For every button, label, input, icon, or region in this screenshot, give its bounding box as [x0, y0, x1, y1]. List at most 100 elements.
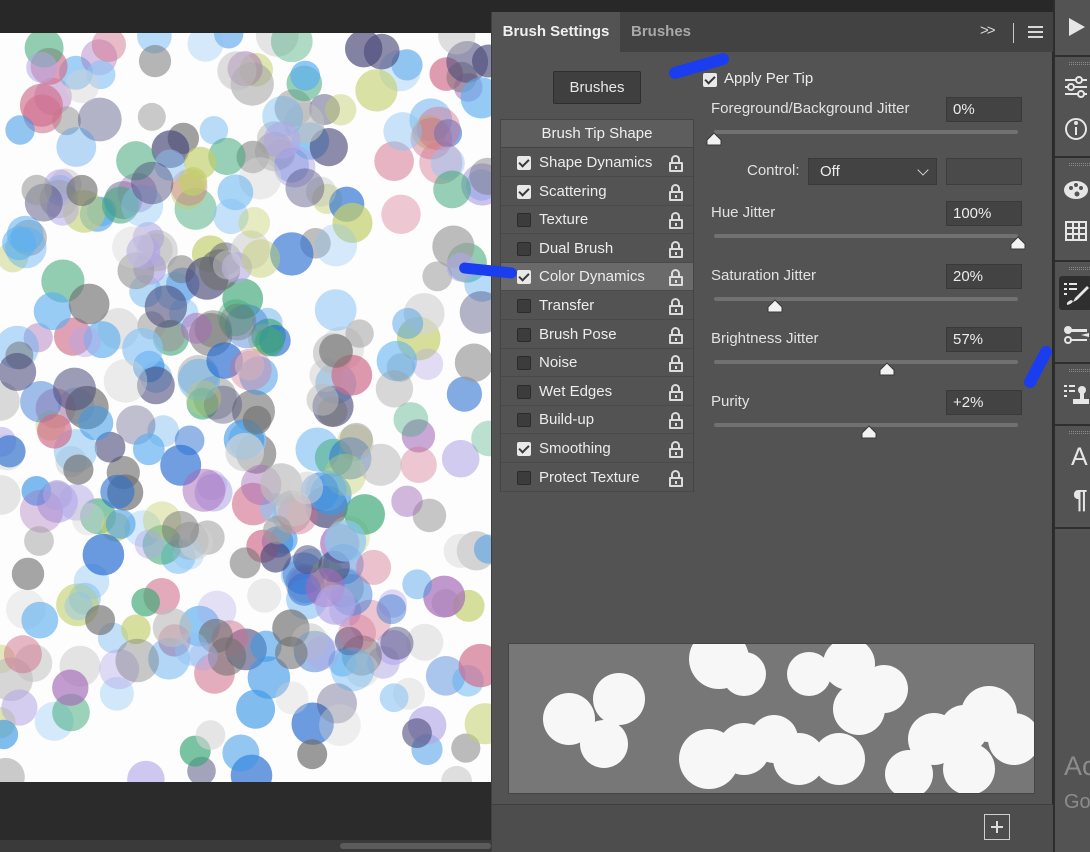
adjustments-icon[interactable] [1063, 74, 1089, 100]
partial-text: Go [1064, 791, 1090, 813]
brushes-button[interactable]: Brushes [553, 71, 641, 104]
foreground-background-jitter-input[interactable]: 0% [946, 97, 1022, 122]
list-item-scattering[interactable]: Scattering [501, 178, 693, 206]
brush-presets-icon[interactable] [1063, 321, 1089, 347]
list-item-shape-dynamics[interactable]: Shape Dynamics [501, 149, 693, 177]
panel-menu-icon[interactable] [1028, 26, 1043, 38]
shape-dynamics-checkbox[interactable] [517, 156, 531, 170]
hue-jitter-input[interactable]: 100% [946, 201, 1022, 226]
lock-icon[interactable] [669, 212, 683, 230]
control-select-value: Off [820, 163, 840, 180]
brush-settings-panel: Brush Settings Brushes >> Brushes Brush … [458, 12, 1053, 852]
grid-icon[interactable] [1063, 218, 1089, 244]
slider-thumb[interactable] [1010, 236, 1026, 250]
lock-icon[interactable] [669, 269, 683, 287]
apply-per-tip-checkbox[interactable] [703, 73, 717, 87]
list-item-dual-brush[interactable]: Dual Brush [501, 235, 693, 263]
slider-thumb[interactable] [706, 132, 722, 146]
tab-brushes[interactable]: Brushes [620, 12, 702, 52]
lock-icon[interactable] [669, 240, 683, 258]
create-new-brush-button[interactable] [984, 814, 1010, 840]
list-item-smoothing[interactable]: Smoothing [501, 435, 693, 463]
brush-settings-icon[interactable] [1063, 280, 1089, 306]
list-item-protect-texture[interactable]: Protect Texture [501, 464, 693, 492]
list-item-brush-pose[interactable]: Brush Pose [501, 321, 693, 349]
slider-thumb[interactable] [767, 299, 783, 313]
list-item-label: Wet Edges [539, 382, 613, 400]
document-canvas[interactable] [0, 33, 491, 782]
build-up-checkbox[interactable] [517, 413, 531, 428]
list-item-label: Smoothing [539, 440, 611, 457]
lock-icon[interactable] [669, 441, 683, 458]
control-extra-field [946, 158, 1022, 185]
wet-edges-checkbox[interactable] [517, 384, 531, 399]
saturation-jitter-slider[interactable] [714, 297, 1018, 313]
list-item-label: Protect Texture [539, 468, 640, 486]
saturation-jitter-label: Saturation Jitter [711, 267, 817, 284]
lock-icon[interactable] [669, 412, 683, 430]
dual-brush-checkbox[interactable] [517, 241, 531, 256]
partial-text: Ac [1064, 751, 1090, 781]
slider-thumb[interactable] [879, 362, 895, 376]
brightness-jitter-label: Brightness Jitter [711, 330, 819, 347]
brush-pose-checkbox[interactable] [517, 327, 531, 342]
lock-icon[interactable] [669, 155, 683, 172]
lock-icon[interactable] [669, 326, 683, 344]
lock-icon[interactable] [669, 183, 683, 201]
panel-dock-strip: A ¶ Ac Go [1021, 0, 1090, 852]
control-select[interactable]: Off [808, 158, 937, 185]
info-icon[interactable] [1063, 116, 1089, 142]
brightness-jitter-input[interactable]: 57% [946, 327, 1022, 352]
expand-panel-icon[interactable]: >> [980, 22, 995, 39]
control-label: Control: [747, 162, 800, 179]
annotation-marker [667, 51, 731, 81]
texture-checkbox[interactable] [517, 213, 531, 228]
transfer-checkbox[interactable] [517, 299, 531, 313]
list-item-label: Transfer [539, 297, 595, 314]
protect-texture-checkbox[interactable] [517, 470, 531, 485]
clone-source-icon[interactable] [1063, 382, 1089, 408]
panel-footer [492, 804, 1053, 852]
list-item-brush-tip-shape[interactable]: Brush Tip Shape [501, 120, 693, 148]
list-item-label: Scattering [539, 182, 607, 200]
play-icon[interactable] [1063, 14, 1089, 40]
list-item-label: Color Dynamics [539, 268, 645, 286]
list-item-label: Noise [539, 354, 578, 372]
tab-brush-settings[interactable]: Brush Settings [492, 12, 620, 52]
list-item-wet-edges[interactable]: Wet Edges [501, 378, 693, 406]
purity-label: Purity [711, 393, 750, 410]
palette-icon[interactable] [1063, 176, 1089, 202]
list-item-label: Dual Brush [539, 239, 614, 257]
hue-jitter-slider[interactable] [714, 234, 1026, 250]
slider-thumb[interactable] [861, 425, 877, 439]
brightness-jitter-slider[interactable] [714, 360, 1018, 376]
list-item-label: Build-up [539, 411, 595, 429]
character-icon[interactable]: A [1071, 443, 1088, 472]
panel-tab-bar: Brush Settings Brushes >> [492, 12, 1053, 52]
list-item-texture[interactable]: Texture [501, 206, 693, 235]
foreground-background-jitter-slider[interactable] [706, 130, 1018, 146]
paint-strokes [0, 33, 491, 782]
scrollbar-thumb[interactable] [340, 843, 491, 849]
scattering-checkbox[interactable] [517, 184, 531, 199]
list-item-label: Texture [539, 211, 589, 229]
paragraph-icon[interactable]: ¶ [1073, 484, 1087, 515]
purity-slider[interactable] [714, 423, 1018, 439]
lock-icon[interactable] [669, 355, 683, 373]
smoothing-checkbox[interactable] [517, 442, 531, 456]
saturation-jitter-input[interactable]: 20% [946, 264, 1022, 289]
list-item-noise[interactable]: Noise [501, 349, 693, 378]
lock-icon[interactable] [669, 469, 683, 487]
lock-icon[interactable] [669, 383, 683, 401]
photoshop-window: Brush Settings Brushes >> Brushes Brush … [0, 0, 1090, 852]
color-dynamics-checkbox[interactable] [517, 270, 531, 285]
list-item-build-up[interactable]: Build-up [501, 406, 693, 435]
chevron-down-icon [917, 164, 929, 176]
list-item-color-dynamics[interactable]: Color Dynamics [501, 263, 693, 292]
list-item-transfer[interactable]: Transfer [501, 292, 693, 320]
lock-icon[interactable] [669, 298, 683, 315]
list-item-label: Brush Pose [539, 325, 617, 343]
horizontal-scrollbar[interactable] [0, 840, 491, 852]
noise-checkbox[interactable] [517, 356, 531, 371]
purity-input[interactable]: +2% [946, 390, 1022, 415]
